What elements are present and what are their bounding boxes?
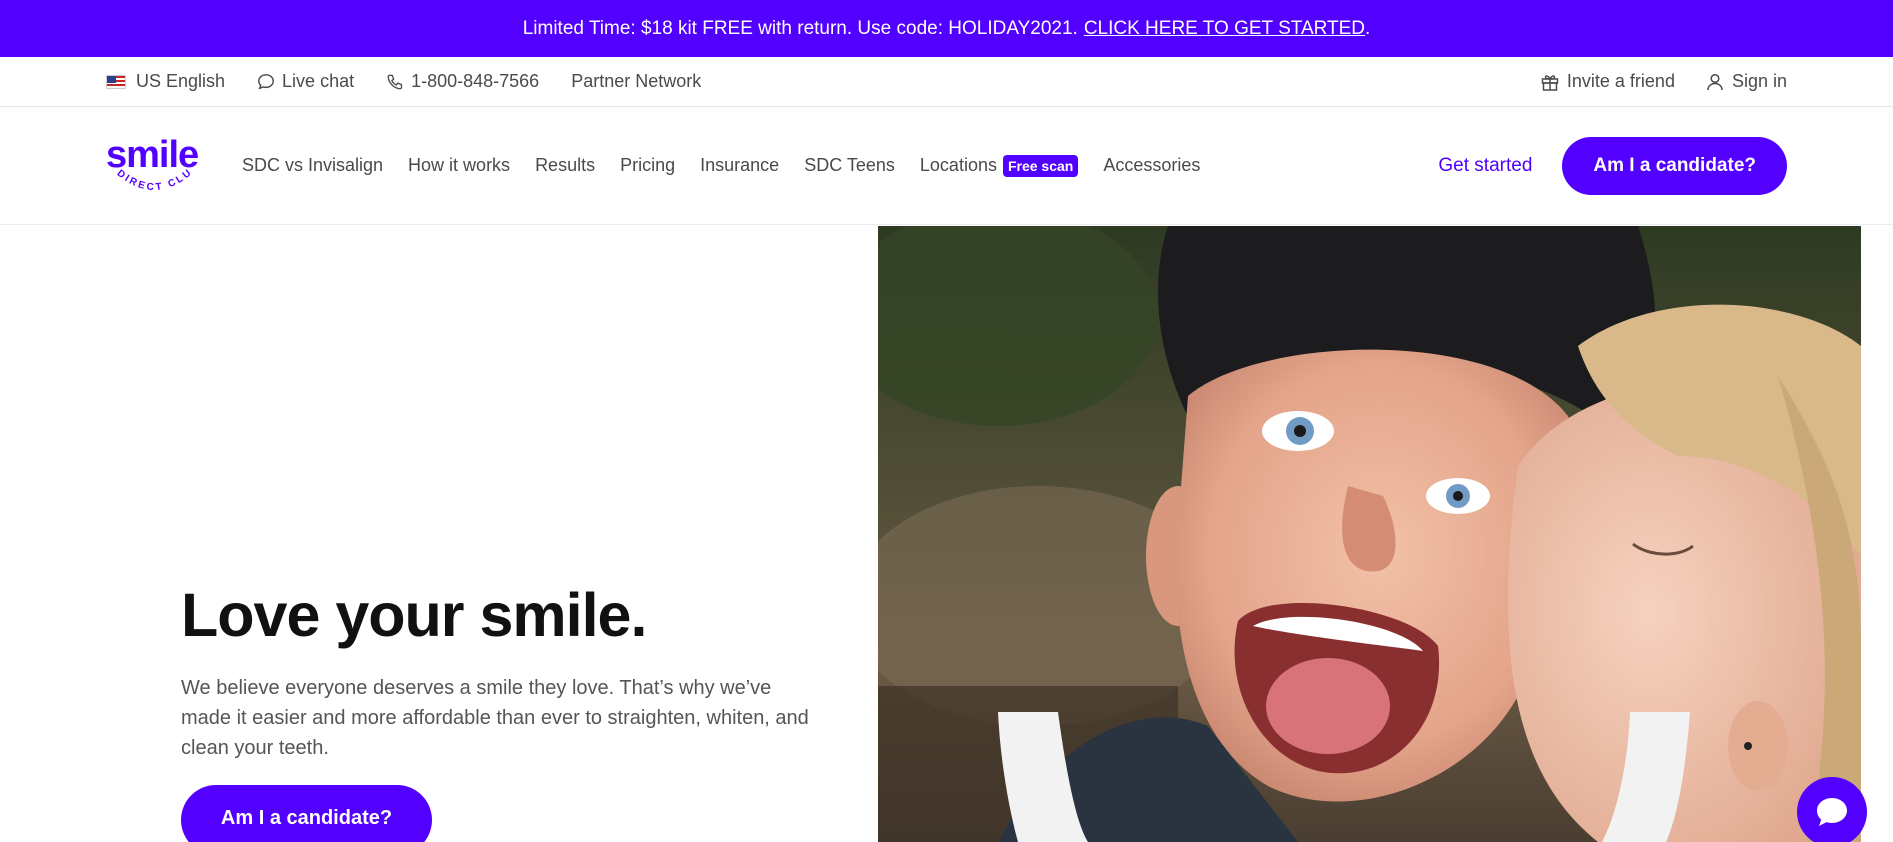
utility-right: Invite a friend Sign in [1510, 71, 1787, 92]
hero-body: We believe everyone deserves a smile the… [181, 677, 809, 759]
nav-links: SDC vs Invisalign How it works Results P… [242, 154, 1225, 177]
main-nav: smile DIRECT CLUB SDC vs Invisalign How … [0, 107, 1893, 225]
svg-text:DIRECT CLUB: DIRECT CLUB [106, 162, 195, 193]
hero-photo [878, 226, 1861, 842]
phone-number: 1-800-848-7566 [411, 71, 540, 91]
invite-friend-link[interactable]: Invite a friend [1540, 71, 1675, 92]
language-label: US English [136, 71, 226, 91]
nav-link-how-it-works[interactable]: How it works [408, 155, 510, 176]
hero-title: Love your smile. [181, 581, 647, 649]
sign-in-link[interactable]: Sign in [1705, 71, 1787, 92]
phone-icon [387, 74, 403, 89]
live-chat-link[interactable]: Live chat [257, 71, 354, 92]
nav-link-pricing[interactable]: Pricing [620, 155, 675, 176]
live-chat-label: Live chat [282, 71, 355, 91]
chat-widget-icon [1817, 798, 1847, 826]
us-flag-icon [106, 74, 126, 89]
promo-trail: . [1365, 17, 1371, 39]
get-started-link[interactable]: Get started [1438, 155, 1532, 177]
free-scan-badge: Free scan [1002, 154, 1079, 177]
smile-direct-club-logo[interactable]: smile DIRECT CLUB [106, 124, 202, 208]
partner-network-label: Partner Network [571, 71, 702, 91]
nav-link-sdc-teens[interactable]: SDC Teens [804, 155, 895, 176]
promo-banner: Limited Time: $18 kit FREE with return. … [0, 0, 1893, 57]
gift-icon [1541, 74, 1559, 91]
logo-tagline-arc: DIRECT CLUB [106, 162, 195, 193]
candidate-button-nav[interactable]: Am I a candidate? [1562, 136, 1787, 195]
nav-link-results[interactable]: Results [535, 155, 595, 176]
sign-in-label: Sign in [1731, 71, 1787, 91]
promo-text: Limited Time: $18 kit FREE with return. … [522, 17, 1078, 39]
nav-link-locations-label: Locations [919, 155, 997, 175]
utility-bar: US English Live chat 1-800-848-7566 Part… [0, 57, 1893, 107]
nav-link-insurance[interactable]: Insurance [700, 155, 779, 176]
user-icon [1707, 73, 1723, 90]
nav-link-accessories[interactable]: Accessories [1103, 155, 1200, 176]
partner-network-link[interactable]: Partner Network [571, 71, 701, 92]
candidate-button-hero[interactable]: Am I a candidate? [181, 785, 432, 842]
hero-copy: Love your smile. We believe everyone des… [181, 585, 821, 763]
nav-link-locations[interactable]: Locations Free scan [919, 154, 1079, 177]
nav-link-sdc-vs-invisalign[interactable]: SDC vs Invisalign [242, 155, 383, 176]
hero-photo-illustration [878, 226, 1861, 842]
logo-tagline: DIRECT CLUB [106, 162, 193, 193]
language-selector[interactable]: US English [106, 71, 225, 92]
phone-link[interactable]: 1-800-848-7566 [386, 71, 539, 92]
chat-widget-button[interactable] [1797, 777, 1867, 842]
promo-link[interactable]: CLICK HERE TO GET STARTED [1084, 18, 1365, 40]
invite-friend-label: Invite a friend [1566, 71, 1675, 91]
chat-bubble-icon [258, 73, 274, 90]
